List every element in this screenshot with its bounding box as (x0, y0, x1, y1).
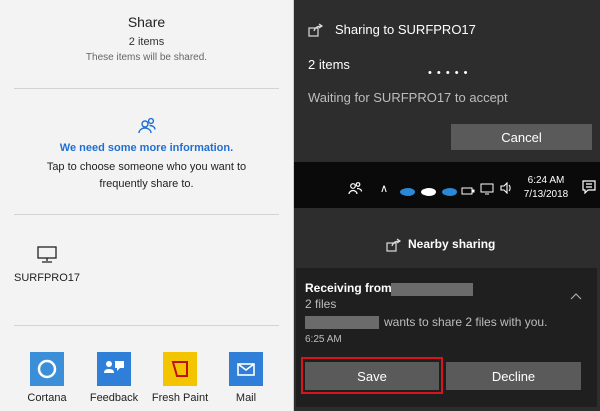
share-icon (386, 238, 402, 257)
device-name: SURFPRO17 (14, 272, 81, 284)
redacted-sender-name (305, 316, 379, 329)
fresh-paint-icon (163, 352, 197, 386)
divider (14, 325, 279, 326)
onedrive-icon[interactable] (399, 183, 415, 201)
app-label: Mail (235, 392, 257, 404)
volume-icon[interactable] (499, 181, 513, 199)
notification-time: 6:25 AM (305, 334, 342, 345)
cancel-button[interactable]: Cancel (451, 124, 592, 150)
info-title: We need some more information. (59, 142, 234, 154)
cortana-icon (30, 352, 64, 386)
highlight-box (301, 357, 443, 394)
divider (14, 214, 279, 215)
clock-date: 7/13/2018 (523, 189, 569, 200)
battery-icon[interactable] (461, 183, 475, 201)
share-description: These items will be shared. (85, 52, 208, 63)
clock-time: 6:24 AM (527, 175, 565, 186)
sending-status: Waiting for SURFPRO17 to accept (308, 90, 508, 105)
sending-item-count: 2 items (308, 57, 350, 72)
mail-icon (229, 352, 263, 386)
taskbar-clock[interactable]: 6:24 AM 7/13/2018 (517, 174, 575, 202)
sending-title: Sharing to SURFPRO17 (335, 22, 476, 37)
decline-button[interactable]: Decline (446, 362, 581, 390)
feedback-icon (97, 352, 131, 386)
network-icon[interactable] (480, 182, 494, 200)
onedrive-personal-icon[interactable] (420, 183, 436, 201)
share-title: Share (127, 14, 166, 30)
app-label: Feedback (89, 392, 139, 404)
chevron-up-icon[interactable] (570, 287, 582, 305)
app-label: Fresh Paint (151, 392, 209, 404)
share-item-count: 2 items (128, 36, 165, 48)
computer-icon (36, 245, 58, 270)
share-message: wants to share 2 files with you. (384, 315, 548, 329)
nearby-sharing-header: Nearby sharing (408, 237, 496, 251)
people-icon (137, 116, 157, 141)
redacted-sender-name (391, 283, 473, 296)
action-center-icon[interactable] (582, 180, 596, 199)
people-icon[interactable] (347, 181, 363, 200)
receiving-title: Receiving from (305, 281, 392, 295)
onedrive-business-icon[interactable] (441, 183, 457, 201)
app-label: Cortana (27, 392, 67, 404)
chevron-up-icon[interactable]: ∧ (380, 182, 388, 195)
progress-dots: • • • • • (428, 67, 469, 79)
divider (14, 88, 279, 89)
info-description[interactable]: Tap to choose someone who you want to fr… (40, 159, 253, 193)
app-feedback[interactable]: Feedback (79, 352, 149, 404)
file-count: 2 files (305, 297, 337, 311)
share-icon (308, 23, 324, 42)
app-cortana[interactable]: Cortana (12, 352, 82, 404)
app-fresh-paint[interactable]: Fresh Paint (145, 352, 215, 404)
app-mail[interactable]: Mail (211, 352, 281, 404)
